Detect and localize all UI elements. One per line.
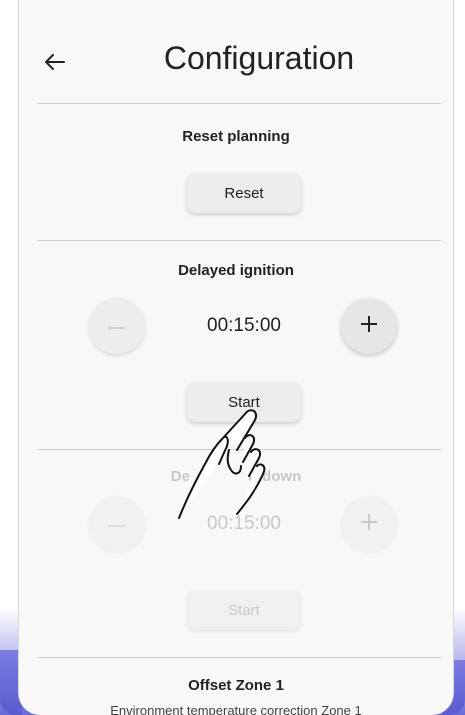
back-arrow-icon xyxy=(45,53,65,75)
divider xyxy=(37,657,441,658)
ignition-start-button[interactable]: Start xyxy=(187,382,301,422)
app-header: Configuration xyxy=(19,0,453,104)
reset-button[interactable]: Reset xyxy=(187,173,301,213)
shutdown-start-button[interactable]: Start xyxy=(187,590,301,630)
delayed-ignition-title: Delayed ignition xyxy=(178,262,294,279)
shutdown-title-right: utdown xyxy=(247,468,302,485)
delayed-shutdown-title: De utdown xyxy=(19,468,453,485)
shutdown-increment-button[interactable] xyxy=(341,496,397,552)
ignition-decrement-button[interactable] xyxy=(89,298,145,354)
minus-icon xyxy=(108,515,126,533)
back-button[interactable] xyxy=(37,46,73,82)
offset-zone-title: Offset Zone 1 xyxy=(188,677,284,694)
ignition-time-value: 00:15:00 xyxy=(207,315,281,336)
offset-zone-subtitle: Environment temperature correction Zone … xyxy=(110,703,362,715)
divider xyxy=(37,240,441,241)
minus-icon xyxy=(108,317,126,335)
divider xyxy=(37,449,441,450)
divider xyxy=(37,103,441,104)
plus-icon xyxy=(360,513,378,536)
shutdown-decrement-button[interactable] xyxy=(89,496,145,552)
plus-icon xyxy=(360,315,378,338)
reset-planning-title: Reset planning xyxy=(182,128,290,145)
shutdown-time-value: 00:15:00 xyxy=(207,513,281,534)
app-screen: Configuration Reset planning Reset Delay… xyxy=(18,0,454,715)
page-title: Configuration xyxy=(163,40,355,76)
ignition-increment-button[interactable] xyxy=(341,298,397,354)
shutdown-title-left: De xyxy=(170,468,190,485)
